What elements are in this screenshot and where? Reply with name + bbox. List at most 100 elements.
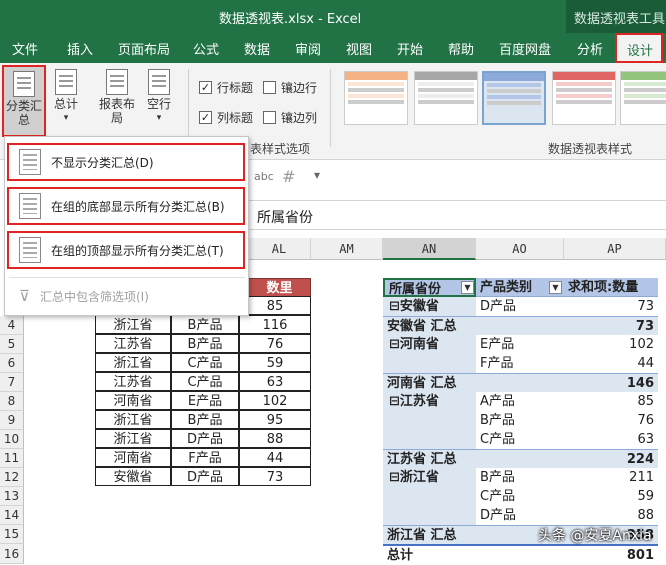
pivot-item-province[interactable] bbox=[383, 411, 476, 430]
tab-review[interactable]: 审阅 bbox=[295, 39, 321, 58]
tab-help[interactable]: 帮助 bbox=[448, 39, 474, 58]
pivot-item-product[interactable]: E产品 bbox=[476, 335, 564, 354]
pivot-subtotal-province[interactable]: 河南省 汇总 bbox=[383, 373, 476, 392]
pivot-total-province[interactable]: 总计 bbox=[383, 544, 476, 563]
title-bar: 数据透视表.xlsx - Excel 数据透视表工具 bbox=[0, 0, 666, 33]
column-headers-checkbox[interactable]: ✓ 列标题 bbox=[199, 109, 253, 126]
chevron-down-icon: ▾ bbox=[63, 113, 69, 123]
menu-item-label: 汇总中包含筛选项(I) bbox=[39, 289, 149, 304]
style-options-group-label: 表样式选项 bbox=[250, 142, 311, 156]
menu-item-label: 在组的底部显示所有分类汇总(B) bbox=[51, 199, 225, 214]
tab-data[interactable]: 数据 bbox=[244, 39, 270, 58]
pivot-item-province[interactable]: ⊟安徽省 bbox=[383, 297, 476, 316]
context-tab-header: 数据透视表工具 bbox=[566, 0, 666, 33]
pivot-styles-group-label: 数据透视表样式 bbox=[548, 142, 633, 156]
pivot-item-product[interactable]: D产品 bbox=[476, 297, 564, 316]
style-swatch-blue-selected[interactable] bbox=[482, 71, 546, 125]
pivot-subtotal-province[interactable]: 浙江省 汇总 bbox=[383, 525, 476, 544]
style-swatch-red[interactable] bbox=[552, 71, 616, 125]
pivot-item-value[interactable]: 76 bbox=[564, 411, 658, 430]
tab-page-layout[interactable]: 页面布局 bbox=[118, 39, 170, 58]
menu-item-no-subtotals[interactable]: 不显示分类汇总(D) bbox=[7, 143, 245, 181]
pivot-header-sum[interactable]: 求和项:数量 bbox=[564, 278, 658, 297]
menu-item-top-subtotals[interactable]: 在组的顶部显示所有分类汇总(T) bbox=[7, 231, 245, 269]
style-swatch-orange[interactable] bbox=[344, 71, 408, 125]
banded-rows-label: 镶边行 bbox=[281, 81, 318, 95]
pivot-item-province[interactable]: ⊟浙江省 bbox=[383, 468, 476, 487]
pivot-subtotal-value[interactable]: 146 bbox=[564, 373, 658, 392]
tab-formulas[interactable]: 公式 bbox=[193, 39, 219, 58]
subtotal-button[interactable]: 分类汇 总 bbox=[2, 65, 46, 137]
pivot-item-province[interactable]: ⊟江苏省 bbox=[383, 392, 476, 411]
filter-dropdown-icon[interactable]: ▼ bbox=[461, 281, 474, 294]
pivot-item-value[interactable]: 85 bbox=[564, 392, 658, 411]
filter-icon: ⊽ bbox=[19, 287, 30, 305]
tab-design[interactable]: 设计 bbox=[615, 33, 663, 63]
pivot-item-province[interactable] bbox=[383, 506, 476, 525]
filter-dropdown-icon[interactable]: ▼ bbox=[549, 281, 562, 294]
pivot-item-value[interactable]: 88 bbox=[564, 506, 658, 525]
chevron-down-icon: ▾ bbox=[156, 113, 162, 123]
watermark: 头条 @安夏Anxia bbox=[538, 528, 652, 544]
ribbon-divider bbox=[330, 69, 331, 147]
tab-home[interactable]: 开始 bbox=[397, 39, 423, 58]
row-headers-checkbox[interactable]: ✓ 行标题 bbox=[199, 79, 253, 96]
subtotal-icon bbox=[13, 71, 35, 97]
pivot-item-product[interactable]: C产品 bbox=[476, 487, 564, 506]
menu-item-label: 在组的顶部显示所有分类汇总(T) bbox=[51, 243, 224, 258]
subtotal-label: 分类汇 总 bbox=[5, 99, 42, 127]
tab-baidu-pan[interactable]: 百度网盘 bbox=[499, 39, 551, 58]
pivot-item-value[interactable]: 102 bbox=[564, 335, 658, 354]
pivot-item-province[interactable]: ⊟河南省 bbox=[383, 335, 476, 354]
tab-view[interactable]: 视图 bbox=[346, 39, 372, 58]
banded-columns-label: 镶边列 bbox=[281, 111, 318, 125]
pivot-item-value[interactable]: 59 bbox=[564, 487, 658, 506]
pivot-subtotal-province[interactable]: 安徽省 汇总 bbox=[383, 316, 476, 335]
blank-rows-button[interactable]: 空行 ▾ bbox=[142, 69, 176, 125]
window-title: 数据透视表.xlsx - Excel bbox=[219, 12, 362, 27]
subtotal-layout-icon bbox=[19, 237, 41, 263]
tab-design-label: 设计 bbox=[627, 44, 654, 59]
pivot-item-product[interactable]: B产品 bbox=[476, 411, 564, 430]
pivot-item-product[interactable]: C产品 bbox=[476, 430, 564, 449]
grand-total-button[interactable]: 总计 ▾ bbox=[50, 69, 82, 125]
pivot-item-province[interactable] bbox=[383, 487, 476, 506]
report-layout-button[interactable]: 报表布 局 bbox=[96, 69, 138, 125]
menu-item-bottom-subtotals[interactable]: 在组的底部显示所有分类汇总(B) bbox=[7, 187, 245, 225]
tab-insert[interactable]: 插入 bbox=[67, 39, 93, 58]
pivot-subtotal-value[interactable]: 73 bbox=[564, 316, 658, 335]
tab-analyze[interactable]: 分析 bbox=[577, 39, 603, 58]
pivot-item-product[interactable]: A产品 bbox=[476, 392, 564, 411]
grand-total-icon bbox=[55, 69, 77, 95]
pivot-subtotal-product[interactable] bbox=[476, 449, 564, 468]
style-swatch-green[interactable] bbox=[620, 71, 666, 125]
checkbox-icon bbox=[263, 111, 276, 124]
pivot-total-value[interactable]: 801 bbox=[564, 544, 658, 563]
pivot-item-value[interactable]: 73 bbox=[564, 297, 658, 316]
pivot-subtotal-value[interactable]: 224 bbox=[564, 449, 658, 468]
style-swatch-gray[interactable] bbox=[414, 71, 478, 125]
pivot-item-value[interactable]: 44 bbox=[564, 354, 658, 373]
pivot-item-product[interactable]: D产品 bbox=[476, 506, 564, 525]
pivot-item-value[interactable]: 63 bbox=[564, 430, 658, 449]
pivot-item-product[interactable]: B产品 bbox=[476, 468, 564, 487]
pivot-subtotal-province[interactable]: 江苏省 汇总 bbox=[383, 449, 476, 468]
pivot-subtotal-product[interactable] bbox=[476, 316, 564, 335]
pivot-total-product[interactable] bbox=[476, 544, 564, 563]
checkbox-checked-icon: ✓ bbox=[199, 111, 212, 124]
pivot-item-product[interactable]: F产品 bbox=[476, 354, 564, 373]
banded-columns-checkbox[interactable]: 镶边列 bbox=[263, 109, 317, 126]
menu-divider bbox=[9, 277, 245, 278]
blank-rows-label: 空行 bbox=[146, 97, 171, 111]
pivot-item-province[interactable] bbox=[383, 430, 476, 449]
subtotal-dropdown-menu: 不显示分类汇总(D) 在组的底部显示所有分类汇总(B) 在组的顶部显示所有分类汇… bbox=[4, 136, 249, 316]
pivot-item-province[interactable] bbox=[383, 354, 476, 373]
subtotal-layout-icon bbox=[19, 149, 41, 175]
blank-rows-icon bbox=[148, 69, 170, 95]
pivot-subtotal-product[interactable] bbox=[476, 373, 564, 392]
tab-file[interactable]: 文件 bbox=[12, 39, 38, 58]
pivot-item-value[interactable]: 211 bbox=[564, 468, 658, 487]
report-layout-icon bbox=[106, 69, 128, 95]
menu-item-label: 不显示分类汇总(D) bbox=[51, 155, 154, 170]
banded-rows-checkbox[interactable]: 镶边行 bbox=[263, 79, 317, 96]
